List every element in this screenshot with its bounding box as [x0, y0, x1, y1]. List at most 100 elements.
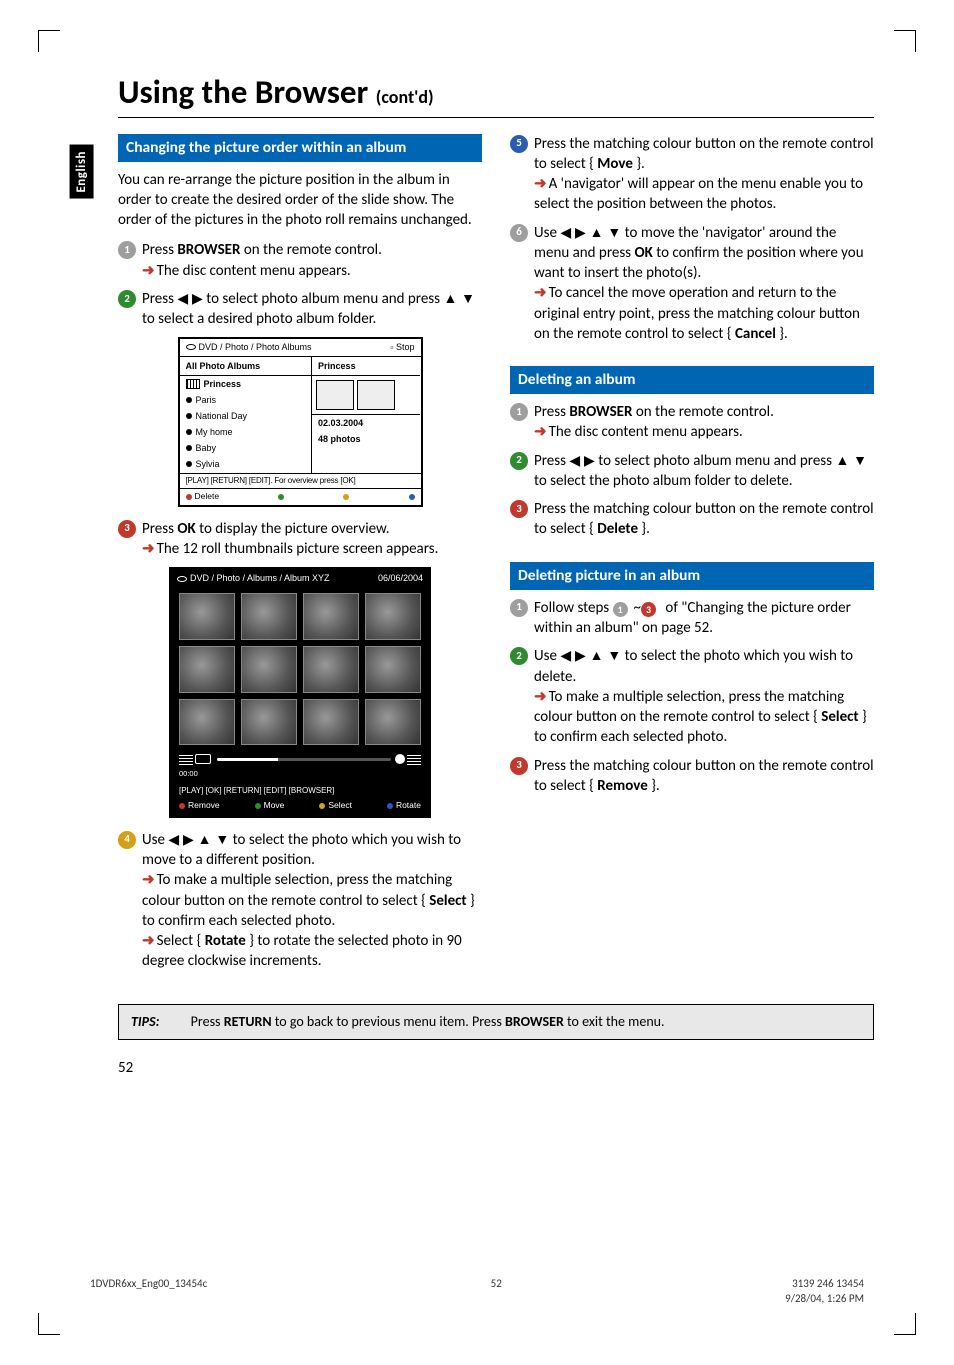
shot1-date: 02.03.2004 — [312, 414, 420, 431]
shot1-stop: ▫ Stop — [390, 341, 414, 353]
section-heading-delete-album: Deleting an album — [510, 366, 874, 394]
shot2-breadcrumb: DVD / Photo / Albums / Album XYZ — [177, 572, 330, 584]
footer: 1DVDR6xx_Eng00_13454c 52 3139 246 13454 … — [90, 1277, 864, 1307]
result-arrow-icon: ➜ — [534, 423, 547, 441]
thumbnail-placeholder — [316, 380, 354, 410]
left-right-arrows-icon: ◀ ▶ — [569, 452, 594, 468]
delete-picture-step-1: Follow steps 1~3 of "Changing the pictur… — [534, 598, 874, 639]
intro-text: You can re-arrange the picture position … — [118, 170, 482, 231]
thumbnail — [303, 646, 359, 693]
step-bullet-1: 1 — [510, 599, 528, 617]
crop-mark — [38, 30, 60, 52]
step-3-text: Press OK to display the picture overview… — [142, 519, 482, 560]
shot2-timecode: 00:00 — [179, 769, 198, 779]
shot2-date: 06/06/2004 — [378, 572, 423, 584]
shot1-right-header: Princess — [312, 357, 420, 376]
step-1-text: Press BROWSER on the remote control. ➜Th… — [142, 240, 482, 281]
thumbnail-grid-screenshot: DVD / Photo / Albums / Album XYZ 06/06/2… — [169, 567, 431, 818]
thumbnail — [179, 646, 235, 693]
thumbnail-placeholder — [357, 380, 395, 410]
crop-mark — [894, 30, 916, 52]
result-arrow-icon: ➜ — [534, 284, 547, 302]
thumbnail — [365, 699, 421, 746]
step-5-text: Press the matching colour button on the … — [534, 134, 874, 215]
step-bullet-3: 3 — [510, 757, 528, 775]
result-arrow-icon: ➜ — [534, 688, 547, 706]
inline-bullet-3: 3 — [641, 602, 656, 617]
inline-bullet-1: 1 — [613, 602, 628, 617]
delete-picture-step-3: Press the matching colour button on the … — [534, 756, 874, 797]
title-contd: (cont'd) — [376, 86, 434, 108]
delete-album-step-2: Press ◀ ▶ to select photo album menu and… — [534, 451, 874, 492]
shot1-album-item: Paris — [180, 392, 312, 408]
film-icon — [179, 753, 193, 765]
shot2-action-move: Move — [255, 800, 285, 811]
all-arrows-icon: ◀ ▶ ▲ ▼ — [560, 647, 621, 663]
up-down-arrows-icon: ▲ ▼ — [443, 290, 475, 306]
step-6-text: Use ◀ ▶ ▲ ▼ to move the 'navigator' arou… — [534, 223, 874, 345]
delete-album-step-3: Press the matching colour button on the … — [534, 499, 874, 540]
step-bullet-5: 5 — [510, 135, 528, 153]
title-main: Using the Browser — [118, 72, 368, 112]
footer-center: 52 — [491, 1277, 502, 1307]
shot2-help-bar: [PLAY] [OK] [RETURN] [EDIT] [BROWSER] — [171, 784, 429, 799]
shot1-breadcrumb: DVD / Photo / Photo Albums — [186, 341, 312, 353]
step-bullet-1: 1 — [118, 241, 136, 259]
thumbnail — [303, 699, 359, 746]
thumbnail — [241, 699, 297, 746]
section-heading-change-order: Changing the picture order within an alb… — [118, 134, 482, 162]
tips-box: TIPS: Press RETURN to go back to previou… — [118, 1004, 874, 1041]
tips-label: TIPS: — [131, 1013, 160, 1030]
thumbnail — [365, 646, 421, 693]
shot2-action-select: Select — [319, 800, 352, 811]
title-rule — [118, 117, 874, 118]
step-bullet-3: 3 — [118, 520, 136, 538]
shot2-action-rotate: Rotate — [387, 800, 421, 811]
footer-right: 3139 246 13454 9/28/04, 1:26 PM — [785, 1277, 864, 1307]
step-4-text: Use ◀ ▶ ▲ ▼ to select the photo which yo… — [142, 830, 482, 972]
step-2-text: Press ◀ ▶ to select photo album menu and… — [142, 289, 482, 330]
step-bullet-4: 4 — [118, 831, 136, 849]
shot1-album-item: National Day — [180, 408, 312, 424]
timeline-bar — [217, 758, 391, 761]
shot1-action-delete: Delete — [186, 491, 220, 502]
shot1-left-header: All Photo Albums — [180, 357, 312, 376]
delete-picture-step-2: Use ◀ ▶ ▲ ▼ to select the photo which yo… — [534, 646, 874, 747]
thumbnail — [241, 593, 297, 640]
up-down-arrows-icon: ▲ ▼ — [835, 452, 867, 468]
shot1-album-item: Princess — [180, 376, 312, 392]
crop-mark — [894, 1313, 916, 1335]
step-bullet-2: 2 — [510, 452, 528, 470]
thumbnail — [303, 593, 359, 640]
result-arrow-icon: ➜ — [142, 540, 155, 558]
step-bullet-2: 2 — [118, 290, 136, 308]
thumbnail — [241, 646, 297, 693]
result-arrow-icon: ➜ — [534, 175, 547, 193]
tape-icon — [195, 754, 211, 764]
crop-mark — [38, 1313, 60, 1335]
film-icon — [407, 753, 421, 765]
shot1-album-item: My home — [180, 424, 312, 440]
step-bullet-1: 1 — [510, 403, 528, 421]
result-arrow-icon: ➜ — [142, 871, 155, 889]
shot1-album-item: Baby — [180, 440, 312, 456]
language-tab: English — [70, 145, 94, 199]
all-arrows-icon: ◀ ▶ ▲ ▼ — [168, 831, 229, 847]
section-heading-delete-picture: Deleting picture in an album — [510, 562, 874, 590]
step-bullet-6: 6 — [510, 224, 528, 242]
result-arrow-icon: ➜ — [142, 932, 155, 950]
left-right-arrows-icon: ◀ ▶ — [177, 290, 202, 306]
film-roll-icon — [186, 379, 200, 389]
thumbnail — [365, 593, 421, 640]
album-list-screenshot: DVD / Photo / Photo Albums ▫ Stop All Ph… — [178, 337, 423, 506]
delete-album-step-1: Press BROWSER on the remote control. ➜Th… — [534, 402, 874, 443]
shot2-action-remove: Remove — [179, 800, 220, 811]
all-arrows-icon: ◀ ▶ ▲ ▼ — [560, 224, 621, 240]
thumbnail — [179, 593, 235, 640]
page-title: Using the Browser (cont'd) — [118, 70, 874, 115]
shot1-help-bar: [PLAY] [RETURN] [EDIT]. For overview pre… — [180, 473, 421, 489]
shot1-photo-count: 48 photos — [312, 431, 420, 447]
page-number: 52 — [118, 1058, 874, 1078]
result-arrow-icon: ➜ — [142, 262, 155, 280]
step-bullet-3: 3 — [510, 500, 528, 518]
